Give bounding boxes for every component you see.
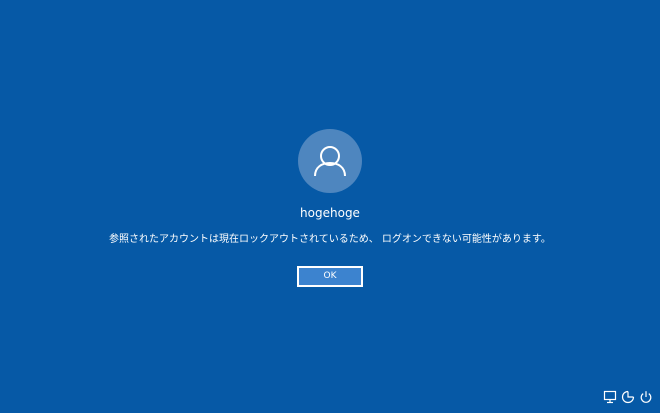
user-silhouette-icon [314,146,346,177]
lockout-message: 参照されたアカウントは現在ロックアウトされているため、 ログオンできない可能性が… [109,234,551,245]
ok-button[interactable]: OK [297,266,363,287]
lock-screen: hogehoge 参照されたアカウントは現在ロックアウトされているため、 ログオ… [0,0,660,413]
network-button[interactable] [603,390,617,404]
ease-of-access-icon [621,390,635,404]
network-icon [603,390,617,404]
ease-of-access-button[interactable] [621,390,635,404]
power-icon [640,391,652,403]
user-avatar [298,129,362,193]
username-label: hogehoge [300,206,360,220]
power-button[interactable] [639,390,653,404]
